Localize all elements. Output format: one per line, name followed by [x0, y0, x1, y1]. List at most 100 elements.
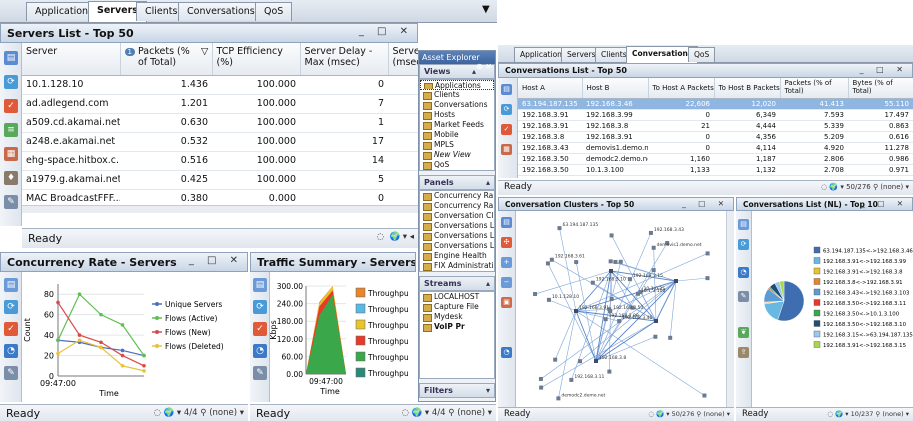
view-item[interactable]: QoS	[420, 160, 494, 170]
panel-item[interactable]: Engine Health	[420, 251, 494, 261]
checklist-icon[interactable]: ✓	[501, 124, 512, 135]
table-row[interactable]: 192.168.3.50demodc2.demo.ne...1,1601,187…	[518, 153, 913, 165]
table-icon[interactable]: ▤	[501, 217, 512, 228]
chart-icon[interactable]: ▤	[501, 84, 512, 95]
table-row[interactable]: a248.e.akamai.net 0.532 100.000 17	[22, 132, 418, 152]
panel-item[interactable]: Conversations L	[420, 241, 494, 251]
fit-icon[interactable]: ▣	[501, 297, 512, 308]
window-controls[interactable]: _ □ ✕	[861, 199, 908, 208]
view-item[interactable]: Conversations	[420, 100, 494, 110]
report-icon[interactable]: ▦	[4, 147, 18, 161]
table-icon[interactable]: ▤	[4, 278, 18, 292]
window-controls[interactable]: _ □ ✕	[860, 65, 908, 74]
view-item[interactable]: Mobile	[420, 130, 494, 140]
tools-icon[interactable]: ✎	[253, 366, 267, 380]
gauge-icon[interactable]: ◔	[501, 347, 512, 358]
refresh-icon[interactable]: ⟳	[253, 300, 267, 314]
refresh-icon[interactable]: ⟳	[738, 239, 749, 250]
view-item[interactable]: MPLS	[420, 140, 494, 150]
filters-section[interactable]: Filters ▾	[419, 383, 495, 398]
tools-icon[interactable]: ✎	[4, 366, 18, 380]
stream-item[interactable]: Mydesk	[420, 312, 494, 322]
leaf-icon[interactable]: ❦	[738, 327, 749, 338]
table-row[interactable]: 63.194.187.135 192.168.3.46 22,606 12,020 41…	[518, 98, 913, 110]
col-host-b[interactable]: Host B	[582, 78, 649, 99]
table-row[interactable]: 10.1.128.10 1.436 100.000 0	[22, 75, 418, 95]
col-server-msec[interactable]: Server (msec)	[388, 43, 418, 76]
cluster-icon[interactable]: ✣	[501, 237, 512, 248]
checklist-icon[interactable]: ✓	[4, 99, 18, 113]
view-item[interactable]: Hosts	[420, 110, 494, 120]
refresh-icon[interactable]: ⟳	[501, 104, 512, 115]
table-row[interactable]: 192.168.3.43demovis1.demo.ne...04,1144.9…	[518, 142, 913, 154]
gauge-icon[interactable]: ◔	[253, 344, 267, 358]
servers-hscroll[interactable]	[22, 205, 418, 213]
zoom-out-icon[interactable]: −	[501, 277, 512, 288]
tools-icon[interactable]: ✎	[4, 195, 18, 209]
gauge-icon[interactable]: ◔	[738, 267, 749, 278]
col-packets[interactable]: 1 Packets (% of Total) ▽	[120, 43, 213, 76]
refresh-icon[interactable]: ⟳	[4, 75, 18, 89]
network-icon[interactable]: ≡	[4, 123, 18, 137]
panel-item[interactable]: Concurrency Ra	[420, 201, 494, 211]
table-row[interactable]: ad.adlegend.com 1.201 100.000 7	[22, 94, 418, 114]
panel-item[interactable]: Conversation Cl	[420, 211, 494, 221]
tab-conversations[interactable]: Conversations	[178, 2, 264, 21]
col-delay[interactable]: Server Delay - Max (msec)	[300, 43, 389, 76]
tab-qos[interactable]: QoS	[255, 2, 293, 21]
table-row[interactable]: 192.168.3.8 192.168.3.91 0 4,356 5.209 0.616	[518, 131, 913, 143]
col-tcp[interactable]: TCP Efficiency (%)	[212, 43, 301, 76]
bottle-icon[interactable]: ♦	[4, 171, 18, 185]
col-to-a[interactable]: To Host A Packets	[648, 78, 715, 99]
conv-nl-status-right[interactable]: ◌ 🌍 ▾ 10/237 ⚲ (none) ▾	[827, 410, 909, 418]
zoom-in-icon[interactable]: +	[501, 257, 512, 268]
traffic-status-right[interactable]: ◌ 🌍 ▾ 4/4 ⚲ (none) ▾	[401, 408, 492, 418]
stream-item[interactable]: VoIP Pr	[420, 322, 494, 332]
stream-item[interactable]: Capture File	[420, 302, 494, 312]
view-item[interactable]: Applications	[420, 80, 494, 90]
export-icon[interactable]: ⇪	[738, 347, 749, 358]
window-controls[interactable]: _ □ ✕	[682, 199, 729, 208]
clusters-status-right[interactable]: ◌ 🌍 ▾ 50/276 ⚲ (none) ▾	[648, 410, 730, 418]
clusters-graph[interactable]: 192.168.3.91 192.168.3.8 192.168.3.46 192.1…	[516, 211, 726, 407]
refresh-icon[interactable]: ⟳	[4, 300, 18, 314]
streams-section[interactable]: Streams ▴	[419, 276, 495, 291]
table-row[interactable]: ehg-space.hitbox.c... 0.516 100.000 14	[22, 151, 418, 171]
col-host-a[interactable]: Host A	[518, 78, 583, 99]
col-to-b[interactable]: To Host B Packets	[714, 78, 781, 99]
view-item[interactable]: Clients	[420, 90, 494, 100]
collapse-icon[interactable]: ▴	[472, 67, 476, 76]
stream-item[interactable]: LOCALHOST	[420, 292, 494, 302]
col-bytes-pct[interactable]: Bytes (% of Total)	[848, 78, 913, 99]
concurrency-status-right[interactable]: ◌ 🌍 ▾ 4/4 ⚲ (none) ▾	[153, 408, 244, 418]
tab-qos-r[interactable]: QoS	[688, 47, 716, 62]
table-icon[interactable]: ▤	[253, 278, 267, 292]
clusters-vscroll[interactable]	[726, 211, 734, 407]
table-row[interactable]: a1979.g.akamai.net 0.425 100.000 5	[22, 170, 418, 190]
report-icon[interactable]: ▦	[501, 144, 512, 155]
panel-item[interactable]: Concurrency Ra	[420, 191, 494, 201]
collapse-icon[interactable]: ▾	[486, 386, 490, 395]
status-icons[interactable]: ◌ 🌍 ▾ ◂	[377, 232, 414, 242]
window-controls[interactable]: _ □ ✕	[359, 26, 413, 37]
table-row[interactable]: a509.cd.akamai.net 0.630 100.000 1	[22, 113, 418, 133]
tab-menu-icon[interactable]: ▼	[482, 4, 490, 15]
checklist-icon[interactable]: ✓	[4, 322, 18, 336]
table-row[interactable]: 192.168.3.91 192.168.3.99 0 6,349 7.593 17.49…	[518, 109, 913, 121]
table-row[interactable]: MAC BroadcastFFF... 0.380 0.000 0	[22, 189, 418, 205]
collapse-icon[interactable]: ▴	[486, 178, 490, 187]
table-icon[interactable]: ▤	[738, 219, 749, 230]
view-item[interactable]: Market Feeds	[420, 120, 494, 130]
col-server[interactable]: Server	[22, 43, 121, 76]
col-packets-pct[interactable]: Packets (% of Total)	[780, 78, 849, 99]
table-row[interactable]: 192.168.3.91 192.168.3.8 21 4,444 5.339 0.863	[518, 120, 913, 132]
collapse-icon[interactable]: ▴	[486, 279, 490, 288]
panels-section[interactable]: Panels ▴	[419, 175, 495, 190]
view-item[interactable]: New View	[420, 150, 494, 160]
tools-icon[interactable]: ✎	[738, 291, 749, 302]
table-row[interactable]: 192.168.3.50 10.1.3.100 1,133 1,132 2.708 0.9…	[518, 164, 913, 176]
checklist-icon[interactable]: ✓	[253, 322, 267, 336]
chart-icon[interactable]: ▤	[4, 51, 18, 65]
panel-item[interactable]: Conversations L	[420, 221, 494, 231]
panel-item[interactable]: Conversations L	[420, 231, 494, 241]
